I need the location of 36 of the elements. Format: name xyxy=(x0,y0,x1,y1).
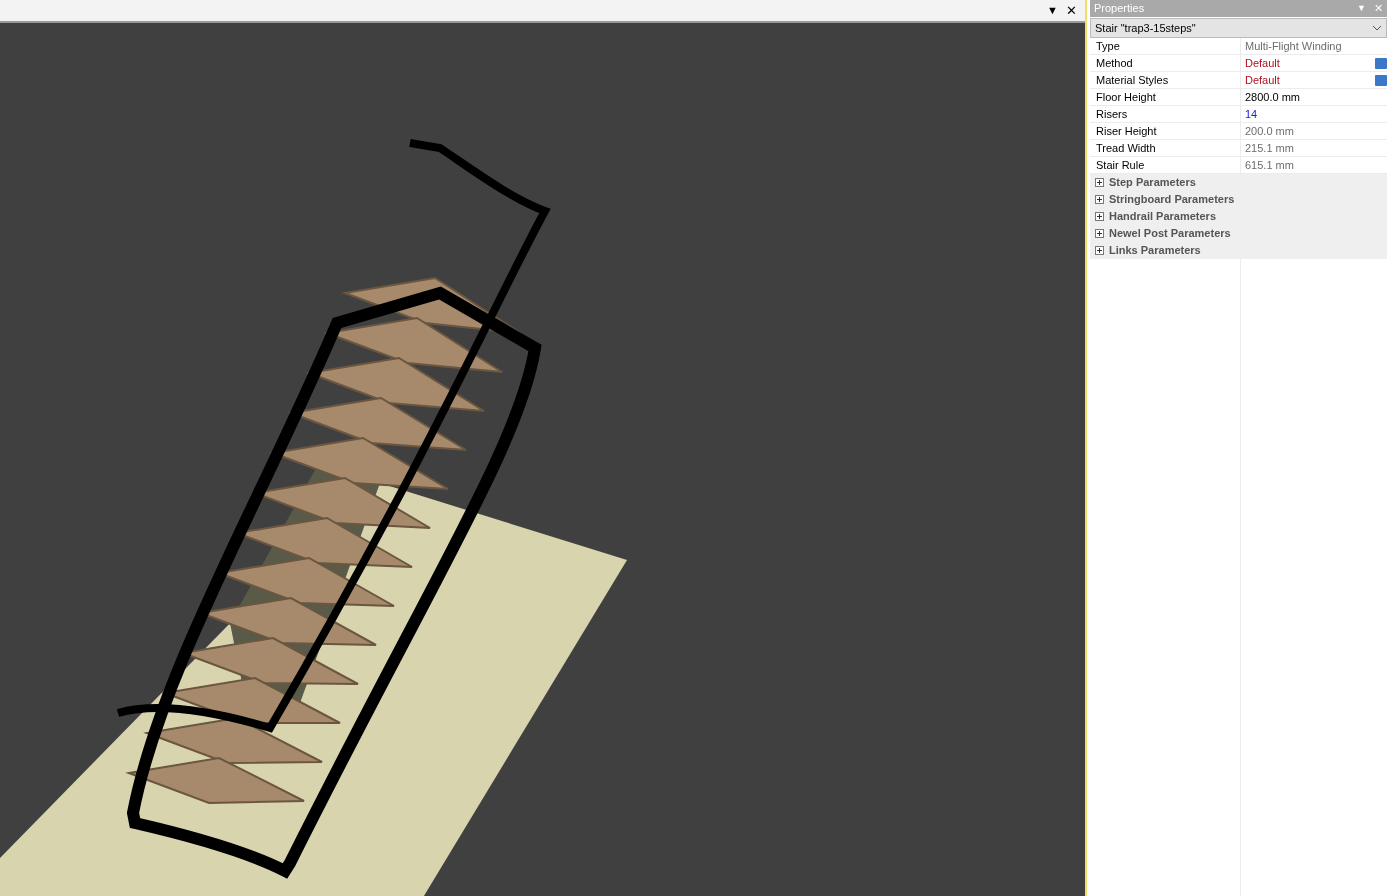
expand-icon[interactable] xyxy=(1095,246,1104,255)
property-label: Risers xyxy=(1090,106,1241,122)
property-group[interactable]: Newel Post Parameters xyxy=(1090,225,1387,242)
chevron-down-icon xyxy=(1372,25,1382,31)
property-label: Method xyxy=(1090,55,1241,71)
menu-button[interactable]: ▼ xyxy=(1047,2,1058,19)
panel-title: Properties xyxy=(1094,1,1146,17)
property-label: Riser Height xyxy=(1090,123,1241,139)
property-value[interactable]: 215.1 mm xyxy=(1241,140,1387,156)
expand-icon[interactable] xyxy=(1095,212,1104,221)
group-label: Newel Post Parameters xyxy=(1109,226,1231,242)
property-value[interactable]: 615.1 mm xyxy=(1241,157,1387,173)
property-value[interactable]: 200.0 mm xyxy=(1241,123,1387,139)
object-selector[interactable]: Stair "trap3-15steps" xyxy=(1090,18,1387,38)
property-group[interactable]: Stringboard Parameters xyxy=(1090,191,1387,208)
property-group[interactable]: Handrail Parameters xyxy=(1090,208,1387,225)
group-label: Links Parameters xyxy=(1109,243,1201,259)
property-value[interactable]: Default xyxy=(1241,72,1375,88)
property-value[interactable]: 14 xyxy=(1241,106,1387,122)
close-button[interactable]: ✕ xyxy=(1066,0,1077,21)
property-label: Tread Width xyxy=(1090,140,1241,156)
property-label: Stair Rule xyxy=(1090,157,1241,173)
property-value[interactable]: 2800.0 mm xyxy=(1241,89,1387,105)
property-value[interactable]: Default xyxy=(1241,55,1375,71)
property-value[interactable]: Multi-Flight Winding xyxy=(1241,38,1387,54)
group-label: Stringboard Parameters xyxy=(1109,192,1235,208)
group-label: Step Parameters xyxy=(1109,175,1196,191)
property-group[interactable]: Step Parameters xyxy=(1090,174,1387,191)
property-label: Type xyxy=(1090,38,1241,54)
property-label: Floor Height xyxy=(1090,89,1241,105)
property-group[interactable]: Links Parameters xyxy=(1090,242,1387,259)
property-label: Material Styles xyxy=(1090,72,1241,88)
expand-icon[interactable] xyxy=(1095,178,1104,187)
expand-icon[interactable] xyxy=(1095,229,1104,238)
group-label: Handrail Parameters xyxy=(1109,209,1216,225)
expand-icon[interactable] xyxy=(1095,195,1104,204)
